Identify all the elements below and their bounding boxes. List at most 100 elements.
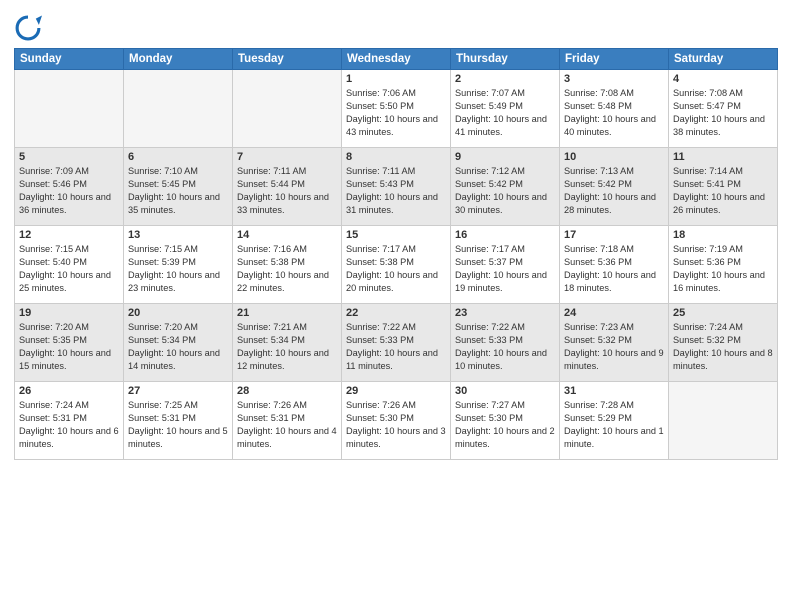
day-info: Sunrise: 7:25 AMSunset: 5:31 PMDaylight:… [128,399,228,451]
day-info: Sunrise: 7:10 AMSunset: 5:45 PMDaylight:… [128,165,228,217]
calendar-cell: 10Sunrise: 7:13 AMSunset: 5:42 PMDayligh… [560,148,669,226]
day-number: 15 [346,229,446,241]
day-info: Sunrise: 7:08 AMSunset: 5:48 PMDaylight:… [564,87,664,139]
calendar-cell: 1Sunrise: 7:06 AMSunset: 5:50 PMDaylight… [342,70,451,148]
day-info: Sunrise: 7:20 AMSunset: 5:35 PMDaylight:… [19,321,119,373]
day-header-sunday: Sunday [15,49,124,70]
day-number: 4 [673,73,773,85]
calendar-cell: 18 Sunrise: 7:19 AMSunset: 5:36 PMDayligh… [669,226,778,304]
day-number: 23 [455,307,555,319]
calendar-cell: 8 Sunrise: 7:11 AMSunset: 5:43 PMDaylight… [342,148,451,226]
day-info: Sunrise: 7:26 AMSunset: 5:31 PMDaylight:… [237,399,337,451]
day-number: 8 [346,151,446,163]
day-number: 7 [237,151,337,163]
calendar-cell: 11Sunrise: 7:14 AMSunset: 5:41 PMDayligh… [669,148,778,226]
day-info: Sunrise: 7:22 AMSunset: 5:33 PMDaylight:… [455,321,555,373]
day-header-friday: Friday [560,49,669,70]
day-number: 10 [564,151,664,163]
calendar-cell: 26 Sunrise: 7:24 AMSunset: 5:31 PMDayligh… [15,382,124,460]
day-info: Sunrise: 7:17 AMSunset: 5:37 PMDaylight:… [455,243,555,295]
day-number: 13 [128,229,228,241]
page: SundayMondayTuesdayWednesdayThursdayFrid… [0,0,792,612]
day-number: 26 [19,385,119,397]
calendar-cell: 23 Sunrise: 7:22 AMSunset: 5:33 PMDayligh… [451,304,560,382]
day-info: Sunrise: 7:11 AMSunset: 5:44 PMDaylight:… [237,165,337,217]
day-number: 9 [455,151,555,163]
day-number: 6 [128,151,228,163]
calendar-cell: 21Sunrise: 7:21 AMSunset: 5:34 PMDayligh… [233,304,342,382]
day-number: 5 [19,151,119,163]
calendar-cell [15,70,124,148]
calendar-week-row: 12 Sunrise: 7:15 AMSunset: 5:40 PMDayligh… [15,226,778,304]
day-number: 12 [19,229,119,241]
day-number: 3 [564,73,664,85]
calendar-week-row: 5 Sunrise: 7:09 AMSunset: 5:46 PMDaylight… [15,148,778,226]
calendar-cell: 28 Sunrise: 7:26 AMSunset: 5:31 PMDayligh… [233,382,342,460]
calendar-cell: 31 Sunrise: 7:28 AMSunset: 5:29 PMDayligh… [560,382,669,460]
day-info: Sunrise: 7:22 AMSunset: 5:33 PMDaylight:… [346,321,446,373]
calendar-cell: 6 Sunrise: 7:10 AMSunset: 5:45 PMDaylight… [124,148,233,226]
calendar-cell: 13 Sunrise: 7:15 AMSunset: 5:39 PMDayligh… [124,226,233,304]
day-info: Sunrise: 7:24 AMSunset: 5:32 PMDaylight:… [673,321,773,373]
day-number: 29 [346,385,446,397]
day-header-thursday: Thursday [451,49,560,70]
day-info: Sunrise: 7:08 AMSunset: 5:47 PMDaylight:… [673,87,773,139]
day-info: Sunrise: 7:20 AMSunset: 5:34 PMDaylight:… [128,321,228,373]
calendar-week-row: 26 Sunrise: 7:24 AMSunset: 5:31 PMDayligh… [15,382,778,460]
day-number: 28 [237,385,337,397]
calendar-cell: 24 Sunrise: 7:23 AMSunset: 5:32 PMDayligh… [560,304,669,382]
calendar-cell: 27 Sunrise: 7:25 AMSunset: 5:31 PMDayligh… [124,382,233,460]
day-number: 18 [673,229,773,241]
day-number: 20 [128,307,228,319]
calendar-cell: 5 Sunrise: 7:09 AMSunset: 5:46 PMDaylight… [15,148,124,226]
calendar-week-row: 19 Sunrise: 7:20 AMSunset: 5:35 PMDayligh… [15,304,778,382]
day-info: Sunrise: 7:24 AMSunset: 5:31 PMDaylight:… [19,399,119,451]
day-header-wednesday: Wednesday [342,49,451,70]
day-info: Sunrise: 7:09 AMSunset: 5:46 PMDaylight:… [19,165,119,217]
calendar-cell: 17 Sunrise: 7:18 AMSunset: 5:36 PMDayligh… [560,226,669,304]
day-number: 24 [564,307,664,319]
calendar-cell: 29 Sunrise: 7:26 AMSunset: 5:30 PMDayligh… [342,382,451,460]
day-number: 22 [346,307,446,319]
logo-icon [14,14,42,42]
day-number: 25 [673,307,773,319]
day-info: Sunrise: 7:15 AMSunset: 5:40 PMDaylight:… [19,243,119,295]
day-number: 11 [673,151,773,163]
day-info: Sunrise: 7:26 AMSunset: 5:30 PMDaylight:… [346,399,446,451]
day-info: Sunrise: 7:23 AMSunset: 5:32 PMDaylight:… [564,321,664,373]
day-header-tuesday: Tuesday [233,49,342,70]
calendar-cell: 30 Sunrise: 7:27 AMSunset: 5:30 PMDayligh… [451,382,560,460]
calendar-cell [669,382,778,460]
calendar-cell [233,70,342,148]
day-info: Sunrise: 7:12 AMSunset: 5:42 PMDaylight:… [455,165,555,217]
calendar-cell: 14Sunrise: 7:16 AMSunset: 5:38 PMDayligh… [233,226,342,304]
day-number: 30 [455,385,555,397]
calendar-cell: 20 Sunrise: 7:20 AMSunset: 5:34 PMDayligh… [124,304,233,382]
calendar-cell [124,70,233,148]
calendar-cell: 3 Sunrise: 7:08 AMSunset: 5:48 PMDaylight… [560,70,669,148]
header [14,10,778,42]
day-number: 1 [346,73,446,85]
day-number: 31 [564,385,664,397]
day-info: Sunrise: 7:18 AMSunset: 5:36 PMDaylight:… [564,243,664,295]
calendar-cell: 9 Sunrise: 7:12 AMSunset: 5:42 PMDaylight… [451,148,560,226]
calendar-cell: 7 Sunrise: 7:11 AMSunset: 5:44 PMDaylight… [233,148,342,226]
day-info: Sunrise: 7:07 AMSunset: 5:49 PMDaylight:… [455,87,555,139]
day-info: Sunrise: 7:17 AMSunset: 5:38 PMDaylight:… [346,243,446,295]
day-number: 17 [564,229,664,241]
day-number: 21 [237,307,337,319]
day-info: Sunrise: 7:15 AMSunset: 5:39 PMDaylight:… [128,243,228,295]
day-number: 27 [128,385,228,397]
calendar-cell: 22 Sunrise: 7:22 AMSunset: 5:33 PMDayligh… [342,304,451,382]
day-header-monday: Monday [124,49,233,70]
calendar-cell: 4 Sunrise: 7:08 AMSunset: 5:47 PMDaylight… [669,70,778,148]
day-info: Sunrise: 7:28 AMSunset: 5:29 PMDaylight:… [564,399,664,451]
day-info: Sunrise: 7:11 AMSunset: 5:43 PMDaylight:… [346,165,446,217]
day-info: Sunrise: 7:19 AMSunset: 5:36 PMDaylight:… [673,243,773,295]
calendar-cell: 16Sunrise: 7:17 AMSunset: 5:37 PMDayligh… [451,226,560,304]
calendar-cell: 19 Sunrise: 7:20 AMSunset: 5:35 PMDayligh… [15,304,124,382]
day-number: 19 [19,307,119,319]
day-info: Sunrise: 7:27 AMSunset: 5:30 PMDaylight:… [455,399,555,451]
day-number: 2 [455,73,555,85]
calendar-week-row: 1Sunrise: 7:06 AMSunset: 5:50 PMDaylight… [15,70,778,148]
